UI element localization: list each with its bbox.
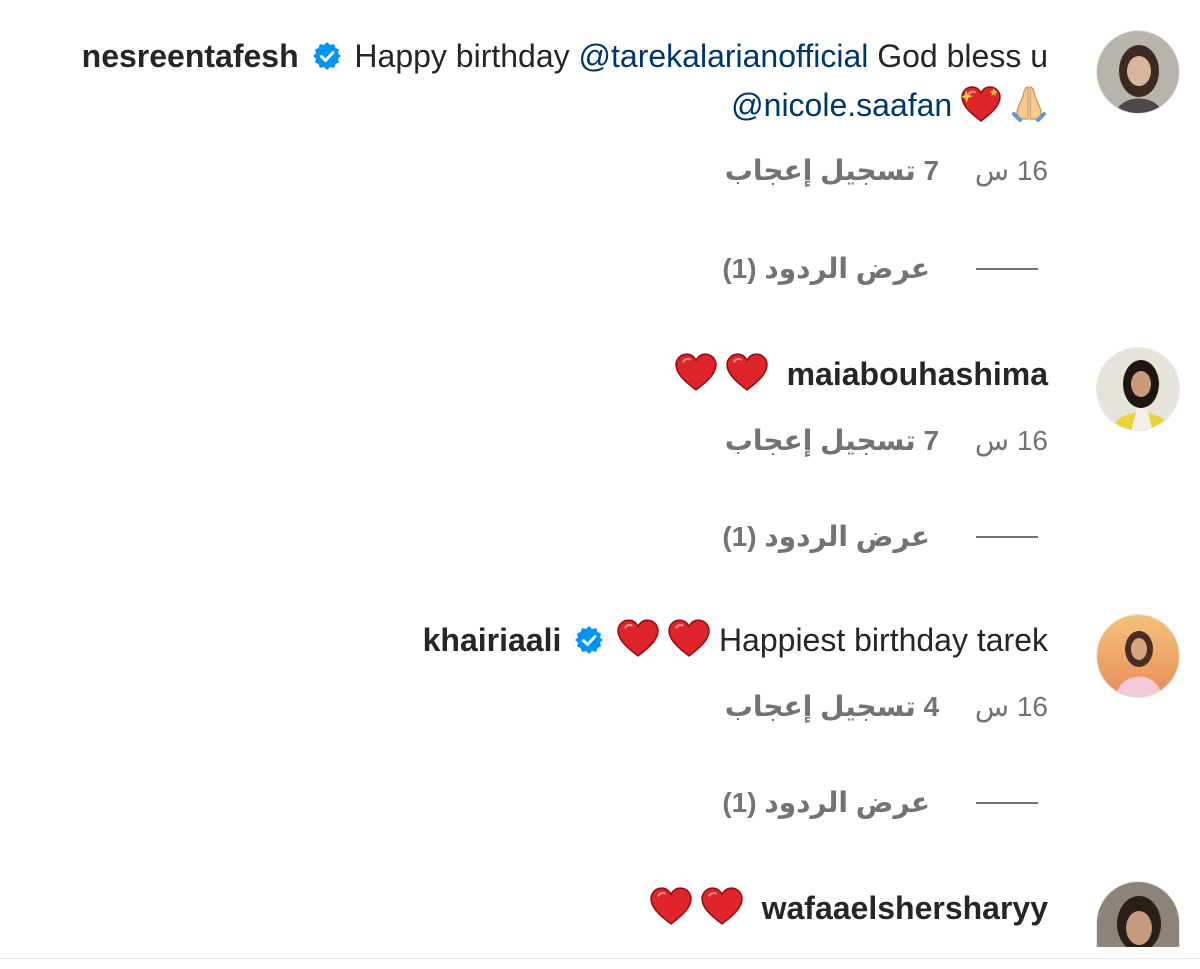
comment-meta: 16 س 4 تسجيل إعجاب	[725, 690, 1048, 723]
comment-body-text: Happiest birthday tarek	[718, 622, 1048, 658]
comment-time[interactable]: 16 س	[975, 154, 1048, 187]
folded-hands-icon	[1012, 86, 1046, 122]
comment-text: maiabouhashima	[48, 350, 1048, 399]
avatar[interactable]	[1096, 30, 1180, 114]
red-heart-icon	[650, 887, 692, 925]
comment-meta: 16 س 7 تسجيل إعجاب	[725, 424, 1048, 457]
mention-link[interactable]: @tarekalarianofficial	[579, 38, 869, 74]
likes-count[interactable]: 7 تسجيل إعجاب	[725, 424, 939, 457]
likes-count[interactable]: 4 تسجيل إعجاب	[725, 690, 939, 723]
replies-divider-line	[976, 535, 1038, 538]
replies-divider-line	[976, 267, 1038, 270]
comment-body-text: Happy birthday	[354, 38, 579, 74]
avatar[interactable]	[1096, 881, 1180, 947]
comment-text: khairiaali Happiest birthday tarek	[48, 616, 1048, 665]
red-heart-icon	[675, 353, 717, 391]
red-heart-icon	[617, 619, 659, 657]
comment-meta: 16 س 7 تسجيل إعجاب	[725, 154, 1048, 187]
replies-divider-line	[976, 801, 1038, 804]
sparkling-heart-icon	[961, 86, 1001, 122]
divider	[0, 958, 1200, 959]
view-replies-button[interactable]: عرض الردود (1)	[722, 786, 1038, 819]
likes-count[interactable]: 7 تسجيل إعجاب	[725, 154, 939, 187]
comment-time[interactable]: 16 س	[975, 424, 1048, 457]
comment-text: wafaaelshersharyy	[48, 884, 1048, 933]
red-heart-icon	[701, 887, 743, 925]
avatar[interactable]	[1096, 614, 1180, 698]
view-replies-button[interactable]: عرض الردود (1)	[722, 252, 1038, 285]
comment-text: nesreentafesh Happy birthday @tarekalari…	[48, 32, 1048, 130]
view-replies-label: عرض الردود (1)	[722, 787, 930, 818]
mention-link[interactable]: @nicole.saafan	[731, 87, 952, 123]
comment-username[interactable]: nesreentafesh	[82, 38, 299, 74]
red-heart-icon	[726, 353, 768, 391]
comment-username[interactable]: maiabouhashima	[787, 356, 1048, 392]
verified-badge-icon	[312, 41, 342, 71]
view-replies-label: عرض الردود (1)	[722, 521, 930, 552]
comment-time[interactable]: 16 س	[975, 690, 1048, 723]
view-replies-button[interactable]: عرض الردود (1)	[722, 520, 1038, 553]
comment-username[interactable]: wafaaelshersharyy	[762, 890, 1048, 926]
comment-body-text: God bless u	[868, 38, 1048, 74]
avatar[interactable]	[1096, 347, 1180, 431]
red-heart-icon	[668, 619, 710, 657]
comment-username[interactable]: khairiaali	[423, 622, 562, 658]
verified-badge-icon	[574, 625, 604, 655]
view-replies-label: عرض الردود (1)	[722, 253, 930, 284]
